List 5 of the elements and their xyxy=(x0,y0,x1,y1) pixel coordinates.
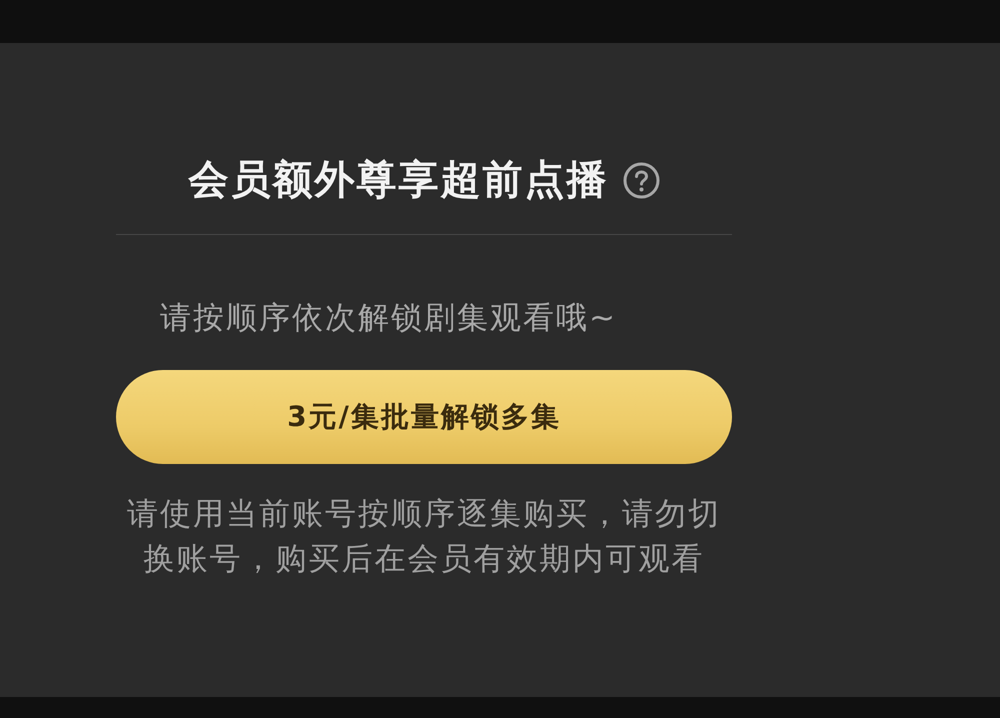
purchase-note: 请使用当前账号按顺序逐集购买，请勿切换账号，购买后在会员有效期内可观看 xyxy=(126,495,722,579)
unlock-button[interactable]: 3元/集批量解锁多集 xyxy=(116,370,732,464)
help-icon[interactable] xyxy=(622,162,660,198)
hint-text: 请按顺序依次解锁剧集观看哦~ xyxy=(160,299,617,338)
dialog-title: 会员额外尊享超前点播 xyxy=(188,156,608,205)
